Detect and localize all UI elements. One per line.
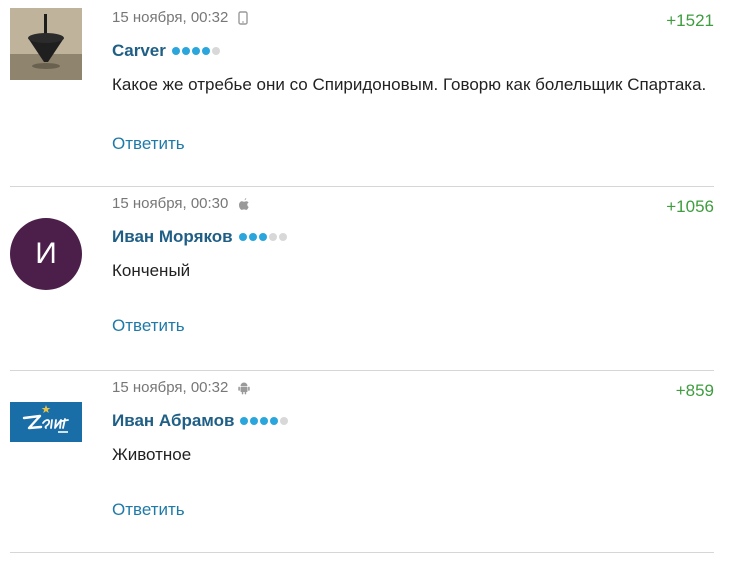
comment-item: 15 ноября, 00:32 +859 Иван Абрамов Живот… <box>0 370 730 556</box>
rating-dot <box>191 47 200 55</box>
rating-dot <box>270 417 279 425</box>
comment-date: 15 ноября, 00:32 <box>112 379 229 396</box>
rating-dot <box>240 417 249 425</box>
comment-item: 15 ноября, 00:32 +1521 Carver Какое же о… <box>0 0 730 187</box>
zenit-logo-icon <box>10 402 82 442</box>
android-icon <box>238 381 251 395</box>
rating-dot <box>248 233 257 241</box>
avatar[interactable]: И <box>10 218 82 290</box>
comment-text: Какое же отребье они со Спиридоновым. Го… <box>112 75 707 94</box>
author-name[interactable]: Иван Абрамов <box>112 411 234 431</box>
rating-dot <box>201 47 210 55</box>
rating-dot <box>250 417 259 425</box>
rating-dot <box>280 417 289 425</box>
comment-author[interactable]: Иван Моряков <box>112 227 287 247</box>
rating-dot <box>258 233 267 241</box>
comment-score: +859 <box>675 381 714 400</box>
user-rating-dots <box>240 417 289 425</box>
comment-author[interactable]: Carver <box>112 41 220 61</box>
user-rating-dots <box>238 233 287 241</box>
reply-link[interactable]: Ответить <box>112 316 185 336</box>
rating-dot <box>238 233 247 241</box>
rating-dot <box>211 47 220 55</box>
reply-link[interactable]: Ответить <box>112 134 185 154</box>
reply-link[interactable]: Ответить <box>112 500 185 520</box>
avatar[interactable] <box>10 8 82 80</box>
comment-meta: 15 ноября, 00:32 <box>112 9 249 26</box>
user-rating-dots <box>171 47 220 55</box>
author-name[interactable]: Carver <box>112 41 166 61</box>
comment-date: 15 ноября, 00:32 <box>112 9 229 26</box>
apple-icon <box>238 197 250 211</box>
rating-dot <box>171 47 180 55</box>
rating-dot <box>260 417 269 425</box>
comment-meta: 15 ноября, 00:30 <box>112 195 250 212</box>
author-name[interactable]: Иван Моряков <box>112 227 233 247</box>
spinning-top-icon <box>10 8 82 80</box>
divider <box>10 552 714 553</box>
comment-score: +1521 <box>666 11 714 30</box>
comment-score: +1056 <box>666 197 714 216</box>
comment-item: И 15 ноября, 00:30 +1056 Иван Моряков Ко… <box>0 186 730 372</box>
comment-text: Конченый <box>112 261 191 280</box>
avatar[interactable] <box>10 402 82 442</box>
comment-date: 15 ноября, 00:30 <box>112 195 229 212</box>
mobile-phone-icon <box>238 10 249 25</box>
comment-author[interactable]: Иван Абрамов <box>112 411 289 431</box>
comment-text: Животное <box>112 445 192 464</box>
rating-dot <box>268 233 277 241</box>
rating-dot <box>278 233 287 241</box>
comment-meta: 15 ноября, 00:32 <box>112 379 251 396</box>
rating-dot <box>181 47 190 55</box>
